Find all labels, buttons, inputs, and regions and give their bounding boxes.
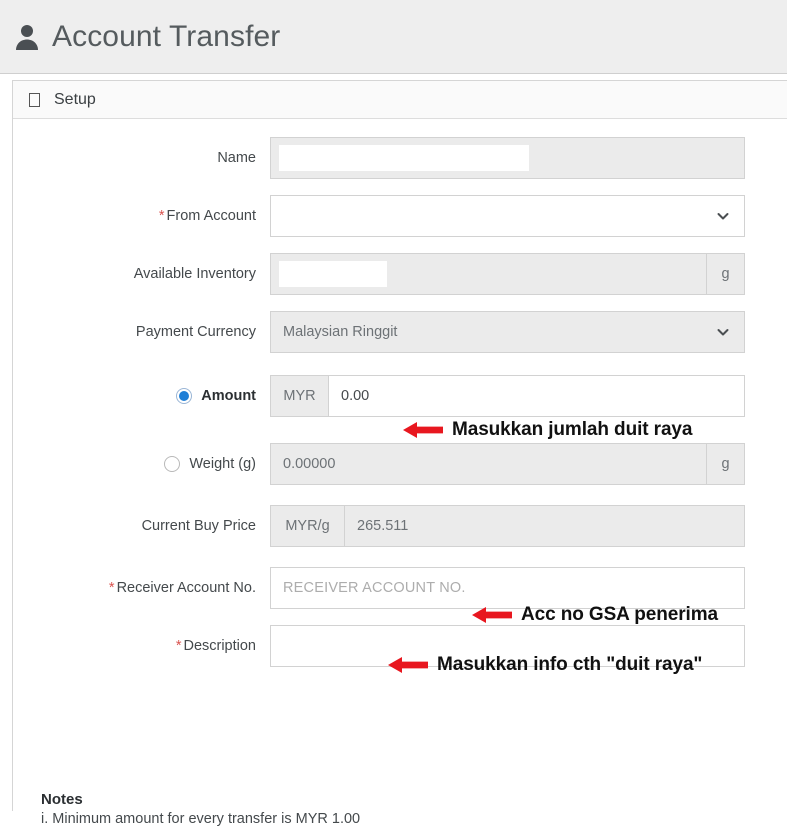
user-icon [14, 23, 40, 51]
row-description: * Description [13, 625, 787, 671]
receiver-account-no-placeholder: RECEIVER ACCOUNT NO. [283, 580, 466, 596]
weight-value: 0.00000 [283, 456, 336, 472]
receiver-account-no-field-wrap: RECEIVER ACCOUNT NO. [270, 567, 745, 609]
receiver-account-no-input[interactable]: RECEIVER ACCOUNT NO. [270, 567, 745, 609]
amount-field-wrap: MYR 0.00 [270, 375, 745, 417]
annotation-amount-text: Masukkan jumlah duit raya [452, 419, 693, 440]
payment-currency-field-wrap: Malaysian Ringgit [270, 311, 745, 353]
from-account-select[interactable] [270, 195, 745, 237]
payment-currency-label: Payment Currency [135, 324, 256, 340]
amount-radio[interactable] [176, 388, 193, 404]
current-buy-price-input: 265.511 [344, 505, 745, 547]
available-inventory-unit-addon: g [707, 253, 745, 295]
name-field-wrap [270, 137, 745, 179]
amount-value: 0.00 [341, 388, 370, 404]
receiver-account-no-label: * Receiver Account No. [13, 567, 270, 609]
receiver-account-no-required-mark: * [108, 580, 115, 596]
amount-currency-addon: MYR [270, 375, 328, 417]
row-weight: Weight (g) 0.00000 g [13, 443, 787, 489]
weight-input: 0.00000 [270, 443, 707, 485]
row-payment-currency: Payment Currency Malaysian Ringgit [13, 311, 787, 357]
setup-panel-body: Name * From Account Available Inventory … [13, 119, 787, 827]
available-inventory-label: Available Inventory [133, 266, 256, 282]
name-input [270, 137, 745, 179]
current-buy-price-field-wrap: MYR/g 265.511 [270, 505, 745, 547]
row-available-inventory: Available Inventory g [13, 253, 787, 299]
available-inventory-field-wrap: g [270, 253, 745, 295]
description-label: * Description [13, 625, 270, 667]
row-name: Name [13, 137, 787, 183]
collapse-box-icon[interactable] [29, 92, 40, 107]
left-arrow-icon [403, 420, 443, 440]
amount-label: Amount [201, 388, 256, 404]
setup-panel: Setup Name * From Account Available Inve… [12, 80, 787, 827]
description-field-wrap [270, 625, 745, 667]
weight-field-wrap: 0.00000 g [270, 443, 745, 485]
name-label: Name [217, 150, 256, 166]
from-account-required-mark: * [158, 208, 165, 224]
name-redacted-value [279, 145, 529, 171]
notes-section: Notes i. Minimum amount for every transf… [41, 791, 360, 827]
row-from-account: * From Account [13, 195, 787, 241]
weight-radio[interactable] [164, 456, 181, 472]
amount-input[interactable]: 0.00 [328, 375, 745, 417]
current-buy-price-value: 265.511 [357, 518, 409, 534]
amount-radio-group[interactable]: Amount [13, 375, 270, 417]
from-account-label: * From Account [13, 195, 270, 237]
page-header: Account Transfer [0, 0, 787, 74]
row-current-buy-price: Current Buy Price MYR/g 265.511 [13, 505, 787, 551]
weight-unit-addon: g [707, 443, 745, 485]
description-required-mark: * [175, 638, 182, 654]
weight-label: Weight (g) [189, 456, 256, 472]
receiver-account-no-label-text: Receiver Account No. [116, 580, 256, 596]
available-inventory-input [270, 253, 707, 295]
notes-item: i. Minimum amount for every transfer is … [41, 811, 361, 827]
weight-radio-group[interactable]: Weight (g) [13, 443, 270, 485]
payment-currency-select[interactable]: Malaysian Ringgit [270, 311, 745, 353]
row-receiver-account-no: * Receiver Account No. RECEIVER ACCOUNT N… [13, 567, 787, 613]
chevron-down-icon [716, 209, 730, 223]
available-inventory-redacted-value [279, 261, 387, 287]
row-amount: Amount MYR 0.00 [13, 375, 787, 421]
setup-panel-title: Setup [54, 90, 96, 108]
chevron-down-icon [716, 325, 730, 339]
current-buy-price-label: Current Buy Price [141, 518, 256, 534]
page-title: Account Transfer [52, 19, 281, 53]
current-buy-price-unit-addon: MYR/g [270, 505, 344, 547]
annotation-amount: Masukkan jumlah duit raya [403, 419, 692, 441]
payment-currency-value: Malaysian Ringgit [283, 324, 398, 340]
from-account-label-text: From Account [166, 208, 256, 224]
description-label-text: Description [183, 638, 256, 654]
notes-title: Notes [41, 791, 83, 808]
description-input[interactable] [270, 625, 745, 667]
from-account-field-wrap [270, 195, 745, 237]
setup-panel-header[interactable]: Setup [13, 81, 787, 119]
